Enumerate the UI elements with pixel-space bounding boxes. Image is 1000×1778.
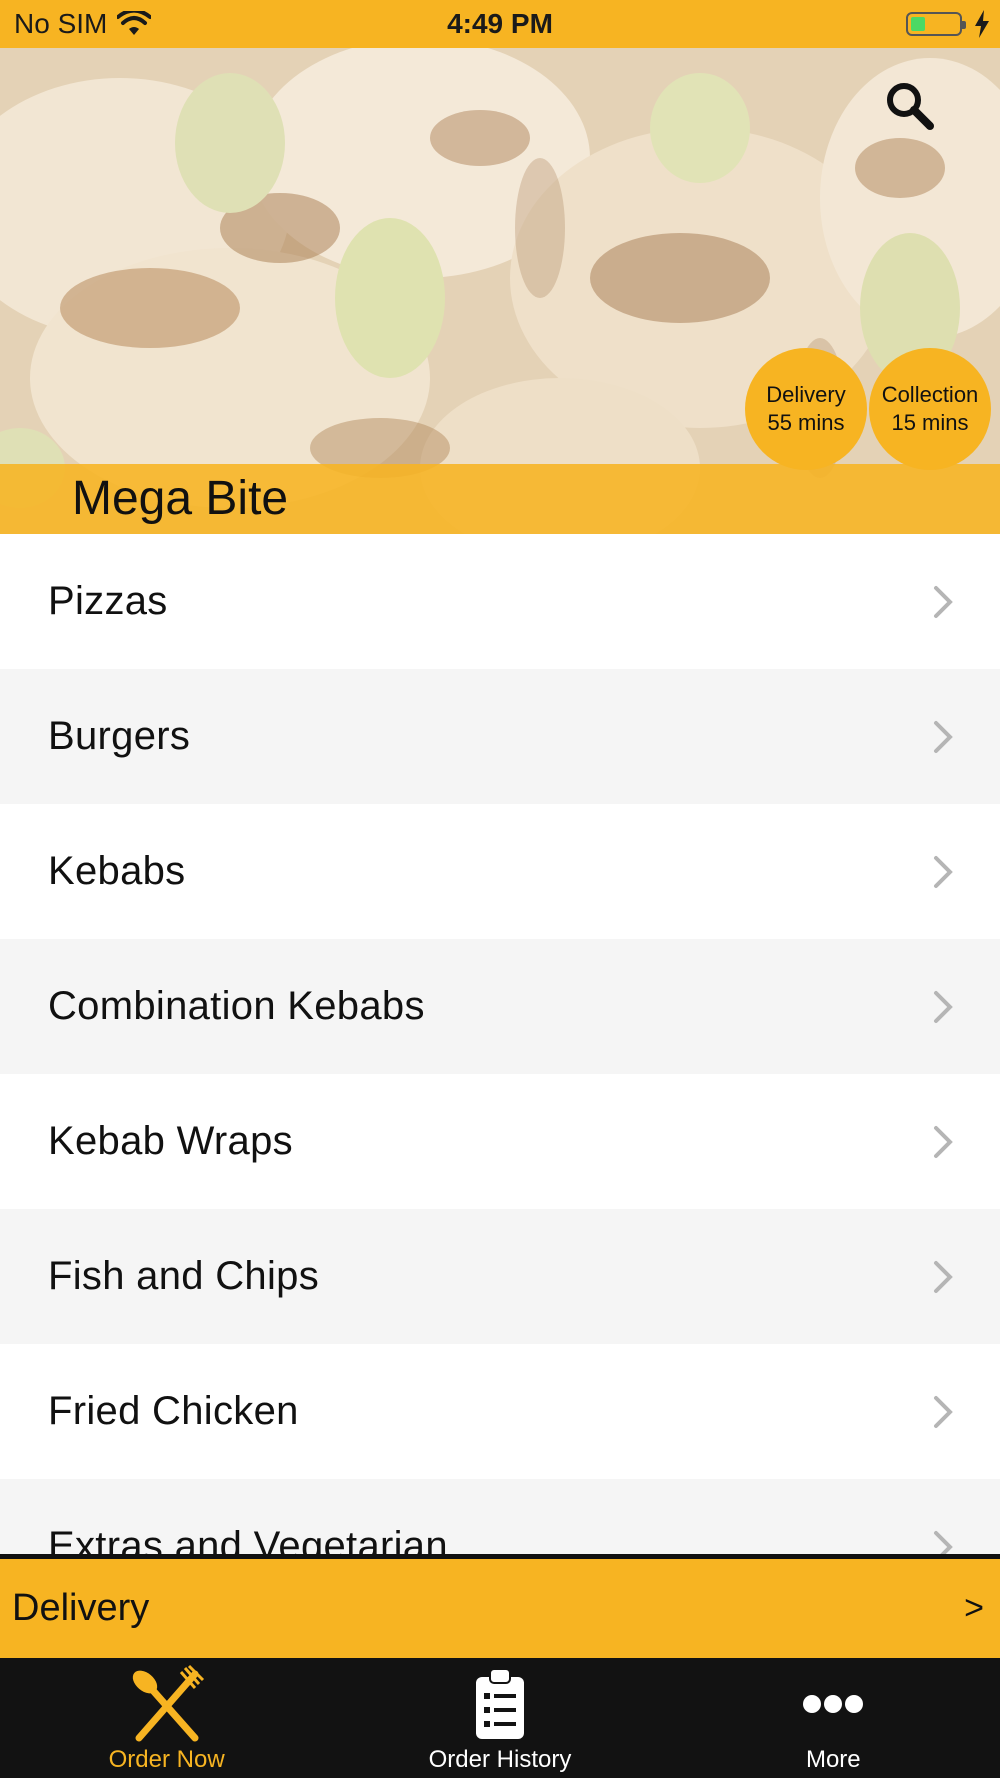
chevron-right-icon: [934, 1530, 953, 1554]
delivery-mode-bar[interactable]: Delivery >: [0, 1554, 1000, 1658]
collection-badge-label: Collection: [881, 382, 979, 407]
collection-badge-time: 15 mins: [891, 410, 969, 435]
tab-order-history[interactable]: Order History: [333, 1658, 666, 1778]
bottom-tab-bar: Order Now Order History More: [0, 1658, 1000, 1778]
menu-item-label: Fish and Chips: [48, 1254, 319, 1298]
delivery-time-badge: Delivery 55 mins: [745, 348, 867, 470]
fork-knife-icon: [132, 1664, 204, 1742]
status-bar: No SIM 4:49 PM: [0, 0, 1000, 48]
chevron-right-icon: [934, 990, 953, 1023]
hero-banner: Mega Bite: [0, 48, 1000, 534]
chevron-right-icon: [934, 585, 953, 618]
tab-more[interactable]: More: [667, 1658, 1000, 1778]
delivery-badge-label: Delivery: [766, 382, 846, 407]
menu-item-label: Kebab Wraps: [48, 1119, 293, 1163]
delivery-mode-label: Delivery: [12, 1587, 150, 1629]
menu-item-kebab-wraps[interactable]: Kebab Wraps: [0, 1074, 1000, 1209]
chevron-right-icon: [934, 1125, 953, 1158]
delivery-arrow: >: [964, 1589, 984, 1627]
menu-item-pizzas[interactable]: Pizzas: [0, 534, 1000, 669]
menu-item-fish-and-chips[interactable]: Fish and Chips: [0, 1209, 1000, 1344]
tab-order-now[interactable]: Order Now: [0, 1658, 333, 1778]
collection-time-badge: Collection 15 mins: [869, 348, 991, 470]
tab-label: More: [805, 1746, 861, 1773]
chevron-right-icon: [934, 1395, 953, 1428]
menu-category-list[interactable]: Pizzas Burgers Kebabs Combination Kebabs…: [0, 534, 1000, 1554]
menu-item-combination-kebabs[interactable]: Combination Kebabs: [0, 939, 1000, 1074]
status-time: 4:49 PM: [447, 8, 553, 39]
menu-item-label: Pizzas: [48, 579, 168, 623]
battery-icon: [906, 12, 966, 36]
hero-food-image: [0, 48, 1000, 534]
chevron-right-icon: [934, 1260, 953, 1293]
menu-item-kebabs[interactable]: Kebabs: [0, 804, 1000, 939]
menu-item-label: Kebabs: [48, 849, 186, 893]
menu-item-label: Fried Chicken: [48, 1389, 299, 1433]
tab-label: Order History: [428, 1746, 572, 1773]
battery-fill: [911, 17, 925, 31]
menu-item-label: Burgers: [48, 714, 191, 758]
menu-item-fried-chicken[interactable]: Fried Chicken: [0, 1344, 1000, 1479]
restaurant-name: Mega Bite: [72, 472, 289, 525]
more-dots-icon: [803, 1695, 864, 1713]
charging-bolt-icon: [975, 10, 989, 38]
chevron-right-icon: [934, 855, 953, 888]
delivery-badge-time: 55 mins: [767, 410, 845, 435]
menu-item-burgers[interactable]: Burgers: [0, 669, 1000, 804]
clipboard-icon: [475, 1668, 524, 1739]
menu-item-label: Extras and Vegetarian: [48, 1524, 448, 1554]
menu-item-extras-and-vegetarian[interactable]: Extras and Vegetarian: [0, 1479, 1000, 1554]
chevron-right-icon: [934, 720, 953, 753]
menu-item-label: Combination Kebabs: [48, 984, 425, 1028]
tab-label: Order Now: [108, 1746, 225, 1773]
search-icon[interactable]: [880, 76, 940, 136]
